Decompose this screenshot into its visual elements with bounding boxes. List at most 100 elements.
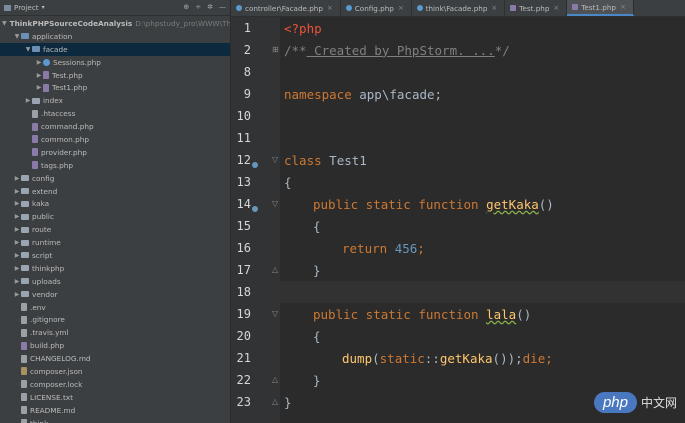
tree-item[interactable]: ▶ uploads bbox=[0, 275, 230, 288]
collapse-icon[interactable]: ÷ bbox=[195, 3, 201, 11]
folded-comment[interactable]: Created by PhpStorm. ... bbox=[307, 43, 495, 58]
expanded-arrow-icon[interactable]: ▼ bbox=[2, 20, 7, 27]
close-icon[interactable]: × bbox=[398, 4, 404, 12]
tree-item-label: tags.php bbox=[41, 160, 73, 170]
tree-item[interactable]: ▶ route bbox=[0, 223, 230, 236]
tree-item[interactable]: common.php bbox=[0, 133, 230, 146]
tree-item[interactable]: tags.php bbox=[0, 159, 230, 172]
editor-tab[interactable]: Config.php × bbox=[341, 0, 412, 16]
fold-end-icon[interactable]: △ bbox=[272, 266, 280, 274]
tree-item[interactable]: ▶ Sessions.php bbox=[0, 56, 230, 69]
class-file-icon bbox=[43, 58, 50, 66]
code-line-14[interactable]: public static function getKaka() bbox=[313, 193, 685, 215]
tree-item[interactable]: .htaccess bbox=[0, 107, 230, 120]
tree-item[interactable]: CHANGELOG.md bbox=[0, 352, 230, 365]
code-line-2[interactable]: /** Created by PhpStorm. ... */ bbox=[284, 39, 685, 61]
tree-item[interactable]: composer.lock bbox=[0, 378, 230, 391]
folder-icon bbox=[21, 213, 29, 220]
hide-icon[interactable]: — bbox=[219, 3, 226, 11]
fold-end-icon[interactable]: △ bbox=[272, 376, 280, 384]
editor-tab[interactable]: controller\Facade.php × bbox=[231, 0, 341, 16]
close-icon[interactable]: × bbox=[491, 4, 497, 12]
code-line-16[interactable]: return 456; bbox=[342, 237, 685, 259]
tree-item[interactable]: provider.php bbox=[0, 146, 230, 159]
tree-item[interactable]: ▶ config bbox=[0, 172, 230, 185]
collapsed-arrow-icon[interactable]: ▶ bbox=[13, 200, 21, 207]
tree-item[interactable]: .gitignore bbox=[0, 313, 230, 326]
folder-icon bbox=[21, 188, 29, 195]
expanded-arrow-icon[interactable]: ▼ bbox=[24, 46, 32, 53]
tree-item-label: provider.php bbox=[41, 147, 87, 157]
collapsed-arrow-icon[interactable]: ▶ bbox=[13, 291, 21, 298]
close-icon[interactable]: × bbox=[620, 3, 626, 11]
code-line-9[interactable]: namespace app\facade; bbox=[284, 83, 685, 105]
class-file-icon bbox=[345, 5, 352, 11]
tree-item[interactable]: think bbox=[0, 417, 230, 423]
collapsed-arrow-icon[interactable]: ▶ bbox=[35, 59, 43, 66]
target-icon[interactable]: ⊕ bbox=[183, 3, 189, 11]
collapsed-arrow-icon[interactable]: ▶ bbox=[13, 252, 21, 259]
die-keyword: die bbox=[522, 350, 546, 366]
fold-icon[interactable]: ▽ bbox=[272, 310, 280, 318]
override-marker-icon[interactable] bbox=[252, 153, 262, 168]
tree-item[interactable]: command.php bbox=[0, 120, 230, 133]
line-number: 10 bbox=[236, 109, 251, 123]
tree-item[interactable]: LICENSE.txt bbox=[0, 391, 230, 404]
editor-tab[interactable]: Test1.php × bbox=[567, 0, 634, 16]
expanded-arrow-icon[interactable]: ▼ bbox=[13, 33, 21, 40]
collapsed-arrow-icon[interactable]: ▶ bbox=[13, 265, 21, 272]
code-line-20[interactable]: { bbox=[313, 325, 685, 347]
fold-expand-icon[interactable]: ⊞ bbox=[272, 46, 280, 54]
editor-tab[interactable]: think\Facade.php × bbox=[412, 0, 506, 16]
tree-item[interactable]: ▶ kaka bbox=[0, 197, 230, 210]
fold-end-icon[interactable]: △ bbox=[272, 398, 280, 406]
collapsed-arrow-icon[interactable]: ▶ bbox=[13, 278, 21, 285]
code-line-19[interactable]: public static function lala() bbox=[313, 303, 685, 325]
tree-item[interactable]: ▶ runtime bbox=[0, 236, 230, 249]
tree-item[interactable]: ▶ vendor bbox=[0, 288, 230, 301]
collapsed-arrow-icon[interactable]: ▶ bbox=[35, 84, 43, 91]
brace: { bbox=[313, 218, 321, 234]
tree-item[interactable]: .env bbox=[0, 301, 230, 314]
close-icon[interactable]: × bbox=[327, 4, 333, 12]
tree-item[interactable]: ▶ script bbox=[0, 249, 230, 262]
tree-item[interactable]: ▶ public bbox=[0, 210, 230, 223]
code-line-21[interactable]: dump(static:: getKaka ()); die; bbox=[342, 347, 685, 369]
chevron-down-icon[interactable]: ▾ bbox=[42, 4, 45, 11]
tree-item[interactable]: .travis.yml bbox=[0, 326, 230, 339]
collapsed-arrow-icon[interactable]: ▶ bbox=[24, 97, 32, 104]
code-line-15[interactable]: { bbox=[313, 215, 685, 237]
code-line-17[interactable]: } bbox=[313, 259, 685, 281]
tree-item[interactable]: ▼ application bbox=[0, 30, 230, 43]
tree-item[interactable]: ▶ extend bbox=[0, 185, 230, 198]
collapsed-arrow-icon[interactable]: ▶ bbox=[35, 72, 43, 79]
code-line-1[interactable]: <?php bbox=[284, 17, 685, 39]
project-panel-title[interactable]: Project bbox=[14, 3, 39, 12]
close-icon[interactable]: × bbox=[553, 4, 559, 12]
override-marker-icon[interactable] bbox=[252, 197, 262, 212]
collapsed-arrow-icon[interactable]: ▶ bbox=[13, 188, 21, 195]
tree-item[interactable]: ▶ Test1.php bbox=[0, 81, 230, 94]
tree-item[interactable]: composer.json bbox=[0, 365, 230, 378]
code-line-13[interactable]: { bbox=[284, 171, 685, 193]
fold-icon[interactable]: ▽ bbox=[272, 156, 280, 164]
code-line-12[interactable]: class Test1 bbox=[284, 149, 685, 171]
gear-icon[interactable]: ✲ bbox=[207, 3, 213, 11]
code-line-22[interactable]: } bbox=[313, 369, 685, 391]
tree-item[interactable]: build.php bbox=[0, 339, 230, 352]
fold-icon[interactable]: ▽ bbox=[272, 200, 280, 208]
tree-item[interactable]: ▶ Test.php bbox=[0, 69, 230, 82]
tree-item[interactable]: ▼ ThinkPHPSourceCodeAnalysis D:\phpstudy_p… bbox=[0, 17, 230, 30]
tree-item[interactable]: ▶ index bbox=[0, 94, 230, 107]
collapsed-arrow-icon[interactable]: ▶ bbox=[13, 226, 21, 233]
code-line-18-current[interactable] bbox=[280, 281, 685, 303]
editor-tab[interactable]: Test.php × bbox=[505, 0, 568, 16]
tree-item[interactable]: ▼ facade bbox=[0, 42, 230, 56]
tree-item[interactable]: README.md bbox=[0, 404, 230, 417]
php-file-icon bbox=[43, 83, 49, 92]
collapsed-arrow-icon[interactable]: ▶ bbox=[13, 239, 21, 246]
line-number: 1 bbox=[243, 21, 251, 35]
collapsed-arrow-icon[interactable]: ▶ bbox=[13, 213, 21, 220]
tree-item[interactable]: ▶ thinkphp bbox=[0, 262, 230, 275]
collapsed-arrow-icon[interactable]: ▶ bbox=[13, 175, 21, 182]
